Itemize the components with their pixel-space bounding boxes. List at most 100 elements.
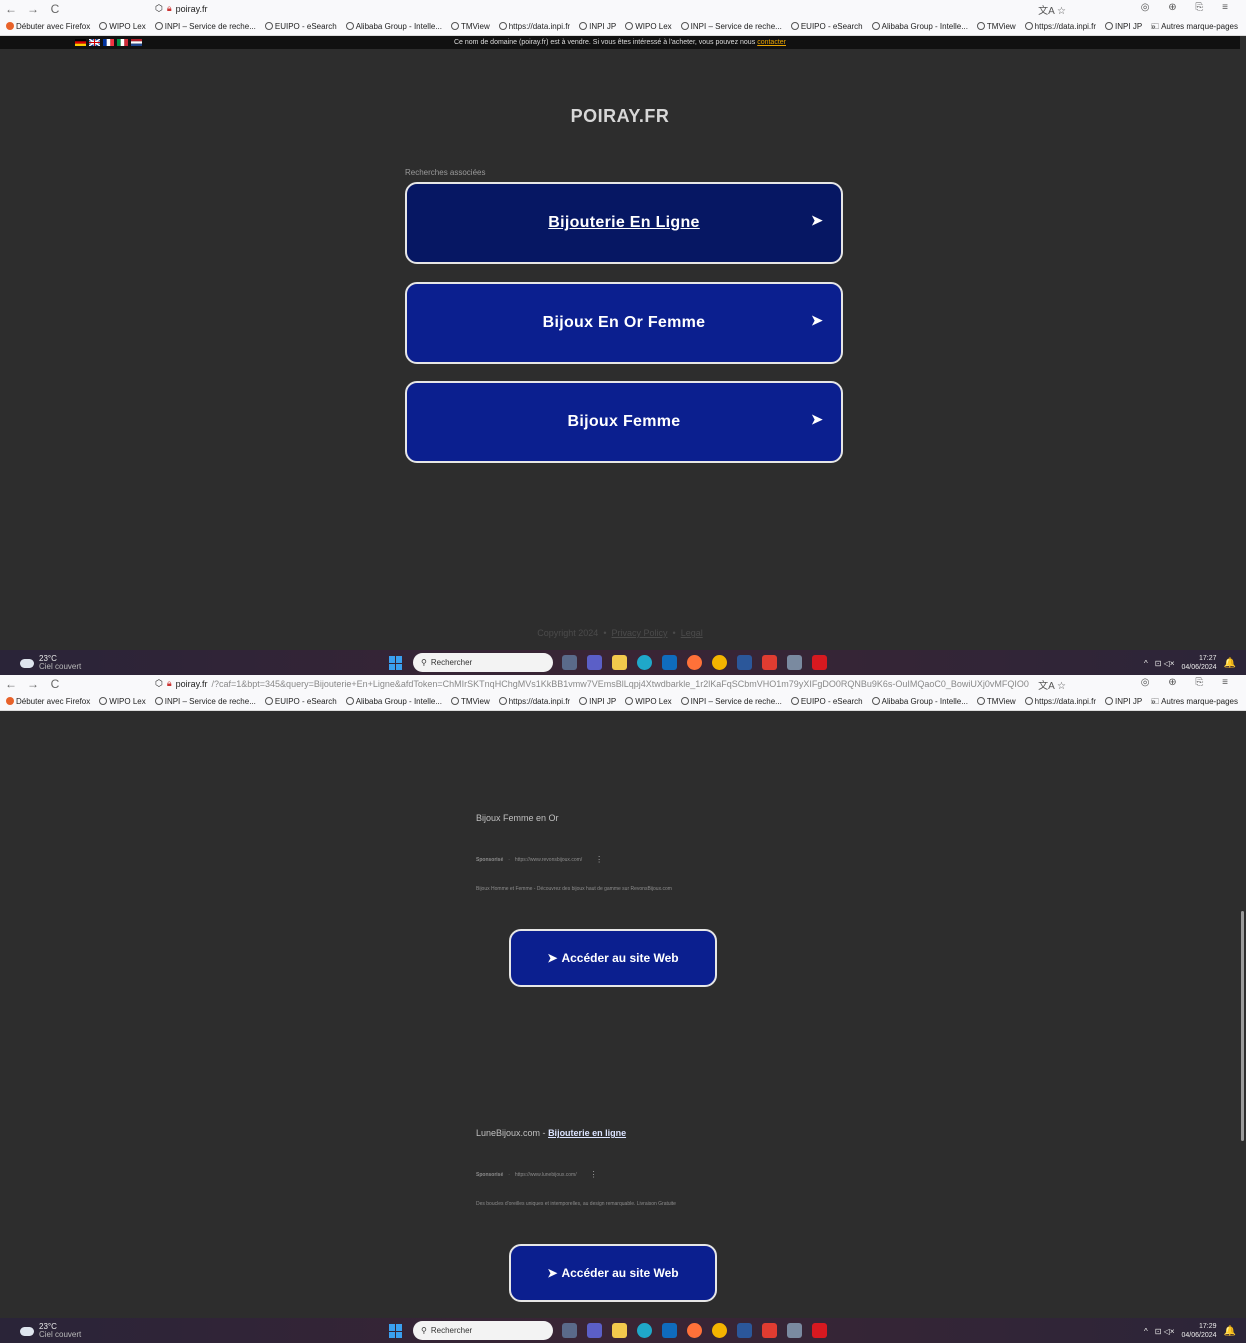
visit-website-button[interactable]: ➤ Accéder au site Web: [509, 929, 717, 987]
word-icon[interactable]: [737, 655, 752, 670]
weather-widget[interactable]: 23°C Ciel couvert: [20, 655, 81, 671]
contact-link[interactable]: contacter: [757, 39, 786, 46]
chrome-icon[interactable]: [712, 655, 727, 670]
related-search-button-1[interactable]: Bijouterie En Ligne ➤: [405, 182, 843, 264]
bookmark-item[interactable]: https://data.inpi.fr: [1024, 21, 1096, 31]
reload-button[interactable]: C: [44, 677, 66, 691]
snipping-tool-icon[interactable]: [787, 1323, 802, 1338]
bookmark-item[interactable]: INPI JP: [579, 696, 616, 706]
toolbar-icons[interactable]: ◎ ⊕ ⎘ ≡: [1141, 677, 1236, 688]
more-options-icon[interactable]: ⋮: [590, 1170, 598, 1179]
notification-bell-icon[interactable]: 🔔: [1224, 658, 1236, 669]
taskbar-search[interactable]: ⚲ Rechercher: [413, 653, 553, 672]
flag-de-icon[interactable]: [75, 39, 86, 46]
task-view-icon[interactable]: [562, 655, 577, 670]
back-button[interactable]: ←: [0, 677, 22, 691]
bookmark-item[interactable]: INPI – Service de reche...: [680, 696, 782, 706]
file-explorer-icon[interactable]: [612, 1323, 627, 1338]
ad-url[interactable]: https://www.lunebijoux.com/: [515, 1172, 577, 1179]
bookmark-item[interactable]: https://data.inpi.fr: [498, 696, 570, 706]
firefox-icon[interactable]: [687, 1323, 702, 1338]
clock[interactable]: 17:29 04/06/2024: [1182, 1322, 1217, 1340]
bookmark-item[interactable]: https://data.inpi.fr: [498, 21, 570, 31]
chrome-icon[interactable]: [712, 1323, 727, 1338]
bookmark-item[interactable]: INPI – Service de reche...: [680, 21, 782, 31]
flag-uk-icon[interactable]: [89, 39, 100, 46]
anydesk-icon[interactable]: [762, 1323, 777, 1338]
bookmark-item[interactable]: INPI – Service de reche...: [154, 696, 256, 706]
bookmark-item[interactable]: Alibaba Group - Intelle...: [345, 21, 442, 31]
translate-icon[interactable]: 文A: [1038, 6, 1054, 17]
bookmark-item[interactable]: INPI JP: [1105, 696, 1142, 706]
toolbar-icons[interactable]: ◎ ⊕ ⎘ ≡: [1141, 2, 1236, 13]
other-bookmarks[interactable]: 🗀 Autres marque-pages: [1151, 21, 1238, 35]
bookmark-star-icon[interactable]: ☆: [1057, 6, 1066, 17]
snipping-tool-icon[interactable]: [787, 655, 802, 670]
network-volume-icons[interactable]: ⊡ ◁×: [1155, 659, 1175, 668]
bookmark-item[interactable]: https://data.inpi.fr: [1024, 696, 1096, 706]
privacy-policy-link[interactable]: Privacy Policy: [612, 628, 668, 638]
acrobat-icon[interactable]: [812, 655, 827, 670]
teams-icon[interactable]: [587, 655, 602, 670]
bookmark-star-icon[interactable]: ☆: [1057, 681, 1066, 692]
edge-icon[interactable]: [637, 655, 652, 670]
teams-icon[interactable]: [587, 1323, 602, 1338]
clock[interactable]: 17:27 04/06/2024: [1182, 654, 1217, 672]
ad-title[interactable]: Bijoux Femme en Or: [476, 813, 559, 823]
bookmark-item[interactable]: WIPO Lex: [99, 696, 146, 706]
word-icon[interactable]: [737, 1323, 752, 1338]
tray-chevron-icon[interactable]: ^: [1144, 659, 1148, 668]
scrollbar[interactable]: [1240, 36, 1246, 650]
task-view-icon[interactable]: [562, 1323, 577, 1338]
start-button[interactable]: [389, 1324, 403, 1338]
edge-icon[interactable]: [637, 1323, 652, 1338]
bookmark-item[interactable]: Alibaba Group - Intelle...: [871, 21, 968, 31]
outlook-icon[interactable]: [662, 1323, 677, 1338]
bookmark-item[interactable]: TMView: [450, 696, 490, 706]
taskbar-search[interactable]: ⚲ Rechercher: [413, 1321, 553, 1340]
other-bookmarks[interactable]: 🗀 Autres marque-pages: [1151, 696, 1238, 710]
translate-icon[interactable]: 文A: [1038, 681, 1054, 692]
flag-fr-icon[interactable]: [103, 39, 114, 46]
ad-title[interactable]: LuneBijoux.com - Bijouterie en ligne: [476, 1128, 626, 1138]
anydesk-icon[interactable]: [762, 655, 777, 670]
bookmark-item[interactable]: EUIPO - eSearch: [264, 21, 337, 31]
bookmark-item[interactable]: EUIPO - eSearch: [264, 696, 337, 706]
firefox-icon[interactable]: [687, 655, 702, 670]
bookmark-item[interactable]: EUIPO - eSearch: [790, 21, 863, 31]
bookmark-item[interactable]: TMView: [976, 21, 1016, 31]
flag-it-icon[interactable]: [117, 39, 128, 46]
bookmark-item[interactable]: Débuter avec Firefox: [6, 21, 90, 31]
notification-bell-icon[interactable]: 🔔: [1224, 1326, 1236, 1337]
weather-widget[interactable]: 23°C Ciel couvert: [20, 1323, 81, 1339]
scrollbar[interactable]: [1240, 711, 1246, 1318]
file-explorer-icon[interactable]: [612, 655, 627, 670]
ad-title-link[interactable]: Bijouterie en ligne: [548, 1128, 626, 1138]
legal-link[interactable]: Legal: [681, 628, 703, 638]
visit-website-button[interactable]: ➤ Accéder au site Web: [509, 1244, 717, 1302]
bookmark-item[interactable]: TMView: [450, 21, 490, 31]
url-bar[interactable]: ⬡ 🔒︎ poiray.fr: [155, 1, 1070, 16]
bookmark-item[interactable]: INPI JP: [1105, 21, 1142, 31]
bookmark-item[interactable]: Alibaba Group - Intelle...: [345, 696, 442, 706]
acrobat-icon[interactable]: [812, 1323, 827, 1338]
ad-url[interactable]: https://www.revonsbijoux.com/: [515, 857, 582, 864]
bookmark-item[interactable]: TMView: [976, 696, 1016, 706]
start-button[interactable]: [389, 656, 403, 670]
bookmark-item[interactable]: Débuter avec Firefox: [6, 696, 90, 706]
scrollbar-thumb[interactable]: [1241, 911, 1244, 1141]
reload-button[interactable]: C: [44, 2, 66, 16]
tray-chevron-icon[interactable]: ^: [1144, 1327, 1148, 1336]
bookmark-item[interactable]: WIPO Lex: [625, 696, 672, 706]
outlook-icon[interactable]: [662, 655, 677, 670]
bookmark-item[interactable]: WIPO Lex: [99, 21, 146, 31]
bookmark-item[interactable]: Alibaba Group - Intelle...: [871, 696, 968, 706]
flag-nl-icon[interactable]: [131, 39, 142, 46]
back-button[interactable]: ←: [0, 2, 22, 16]
bookmark-item[interactable]: INPI – Service de reche...: [154, 21, 256, 31]
url-bar[interactable]: ⬡ 🔒︎ poiray.fr/?caf=1&bpt=345&query=Bijo…: [155, 676, 1070, 691]
more-options-icon[interactable]: ⋮: [595, 855, 603, 864]
forward-button[interactable]: →: [22, 677, 44, 691]
bookmark-item[interactable]: EUIPO - eSearch: [790, 696, 863, 706]
related-search-button-3[interactable]: Bijoux Femme ➤: [405, 381, 843, 463]
